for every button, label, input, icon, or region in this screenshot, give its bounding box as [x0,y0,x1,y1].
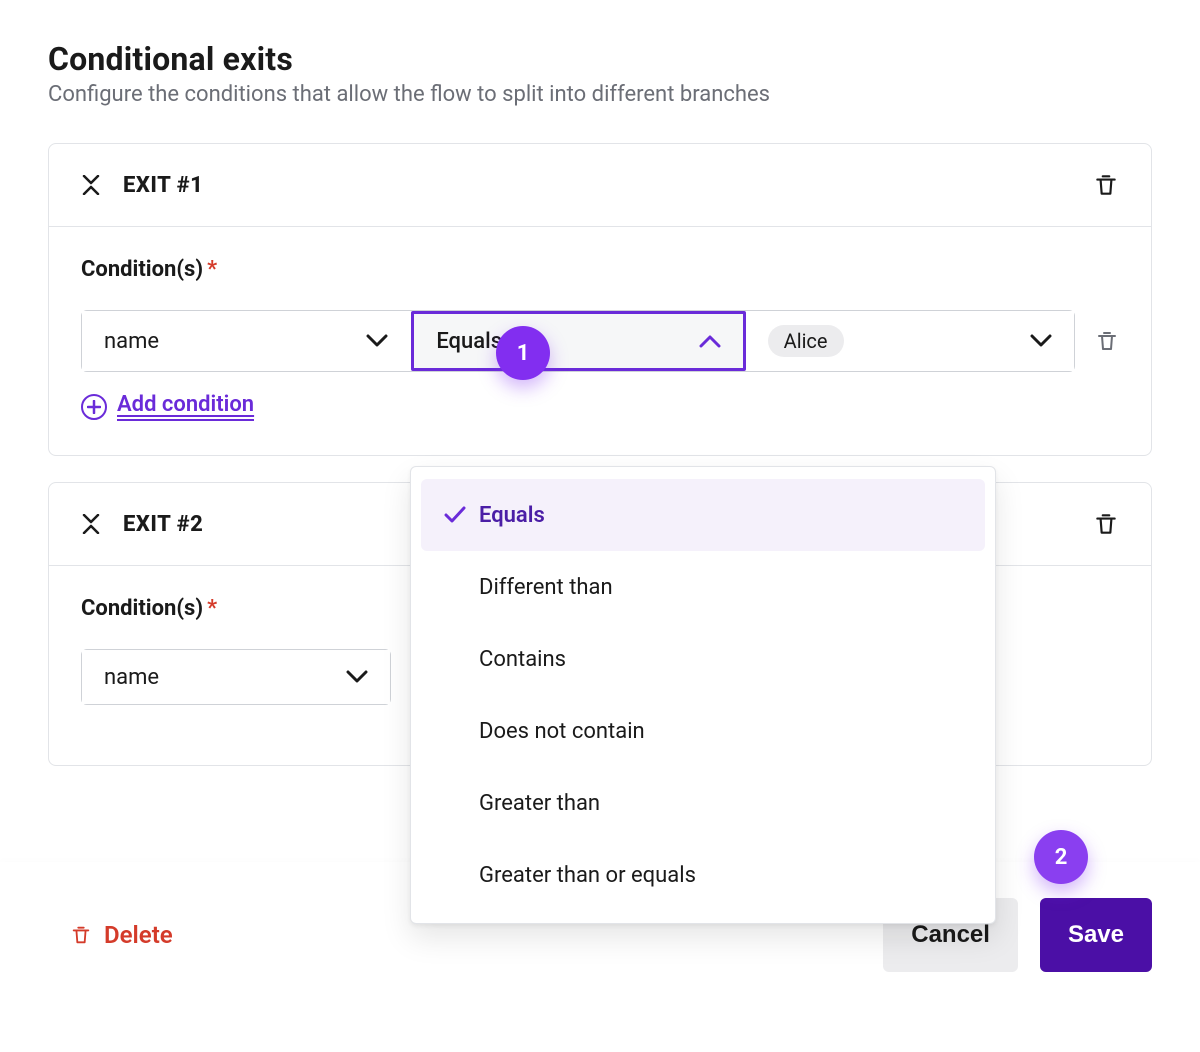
operator-option-not-contain[interactable]: Does not contain [421,695,985,767]
required-star: * [207,257,217,282]
add-condition-label: Add condition [117,392,254,421]
operator-dropdown[interactable]: Equals Different than Contains Does not … [410,466,996,924]
operator-option-label: Equals [479,503,545,528]
operator-option-label: Greater than or equals [479,863,696,888]
exit-card-1: EXIT #1 Condition(s)* name Equals [48,143,1152,456]
trash-icon [1093,170,1119,200]
add-condition-button[interactable]: Add condition [81,392,1119,421]
operator-option-greater-eq[interactable]: Greater than or equals [421,839,985,911]
delete-button-label: Delete [104,921,173,949]
operator-option-label: Does not contain [479,719,645,744]
condition-value-pill: Alice [768,325,844,357]
condition-field-select[interactable]: name [82,650,390,704]
page-subtitle: Configure the conditions that allow the … [48,82,1152,107]
condition-field-select[interactable]: name [82,311,411,371]
operator-option-label: Different than [479,575,613,600]
conditions-label: Condition(s) [81,596,203,621]
operator-option-equals[interactable]: Equals [421,479,985,551]
operator-option-different[interactable]: Different than [421,551,985,623]
chevron-up-icon [699,329,721,354]
condition-row: name Equals Alice [81,310,1119,372]
plus-circle-icon [81,394,107,420]
chevron-down-icon [366,329,388,354]
required-star: * [207,596,217,621]
condition-operator-value: Equals [436,329,502,354]
condition-field-value: name [104,329,159,354]
collapse-icon[interactable] [81,175,101,195]
page-title: Conditional exits [48,40,1152,78]
callout-marker-2: 2 [1034,830,1088,884]
exit-title: EXIT #2 [123,512,203,537]
delete-condition-button[interactable] [1095,310,1119,372]
delete-exit-button[interactable] [1093,170,1119,200]
callout-marker-1: 1 [496,326,550,380]
exit-card-header: EXIT #1 [49,144,1151,226]
operator-option-label: Contains [479,647,566,672]
condition-fields: name [81,649,391,705]
operator-option-contains[interactable]: Contains [421,623,985,695]
condition-value-select[interactable]: Alice [746,311,1074,371]
delete-exit-button[interactable] [1093,509,1119,539]
operator-option-label: Greater than [479,791,600,816]
chevron-down-icon [1030,329,1052,354]
condition-field-value: name [104,665,159,690]
trash-icon [1095,327,1119,355]
trash-icon [70,922,92,948]
trash-icon [1093,509,1119,539]
exit-card-body: Condition(s)* name Equals [49,226,1151,455]
chevron-down-icon [346,665,368,690]
condition-fields: name Equals Alice [81,310,1075,372]
operator-option-greater[interactable]: Greater than [421,767,985,839]
condition-operator-select[interactable]: Equals [411,311,745,371]
check-icon [435,505,475,525]
exit-title: EXIT #1 [123,173,203,198]
collapse-icon[interactable] [81,514,101,534]
delete-button[interactable]: Delete [70,921,173,949]
save-button[interactable]: Save [1040,898,1152,972]
conditions-label: Condition(s) [81,257,203,282]
